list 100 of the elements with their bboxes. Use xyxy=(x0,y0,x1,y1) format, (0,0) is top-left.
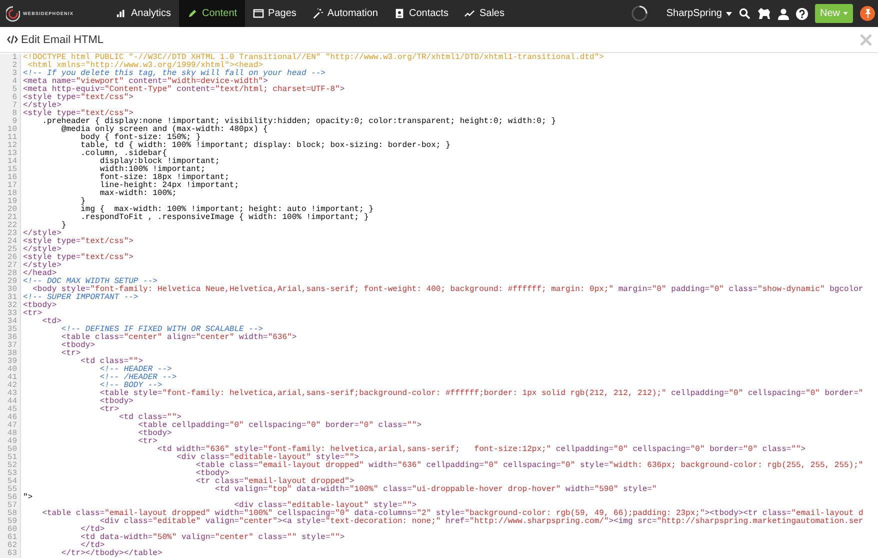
line-number: 58 xyxy=(6,510,18,518)
code-line: table, td { width: 100% !important; display: block; box-sizing: border-box; } xyxy=(80,142,452,150)
code-line: width:100% !important; xyxy=(98,166,206,174)
line-number: 7 xyxy=(11,102,18,110)
nav-tab[interactable]: Automation xyxy=(304,0,386,27)
line-number: 21 xyxy=(6,214,18,222)
code-line: <meta http-equiv="Content-Type" content="text/html; charset=UTF-8"> xyxy=(23,86,346,94)
line-number: 26 xyxy=(6,254,18,262)
line-number: 28 xyxy=(6,270,18,278)
line-number: 34 xyxy=(6,318,18,326)
code-line: <tbody> xyxy=(98,398,134,406)
code-line: <!-- SUPER IMPORTANT --> xyxy=(23,294,140,302)
code-line: <div class="editable" valign="center"><a style="text-decoration: none;" href="http://www.sharpspring.com/"><img src="http://sharpspring.marketingautomation.ser xyxy=(100,518,864,526)
line-number: 52 xyxy=(6,462,18,470)
code-line: <html xmlns="http://www.w3.org/1999/xhtml"><head> xyxy=(28,62,264,70)
line-number: 35 xyxy=(6,326,18,334)
nav-tab[interactable]: Contacts xyxy=(386,0,456,27)
code-line: font-size: 18px !important; xyxy=(98,174,230,182)
line-number: 46 xyxy=(6,414,18,422)
line-number: 42 xyxy=(6,382,18,390)
wand-icon xyxy=(312,8,324,19)
line-number: 5 xyxy=(11,86,18,94)
code-line: <td class=""> xyxy=(118,414,182,422)
nav-tab[interactable]: Pages xyxy=(245,0,304,27)
line-number: 59 xyxy=(6,518,18,526)
line-number: 1 xyxy=(11,54,18,62)
code-line: <td valign="top" data-width="100%" class="ui-droppable-hover drop-hover" width="590" style=" xyxy=(214,486,658,494)
line-number: 61 xyxy=(6,534,18,542)
nav-tab[interactable]: Analytics xyxy=(108,0,180,27)
code-line: </style> xyxy=(23,102,62,110)
line-number: 47 xyxy=(6,422,18,430)
code-line: <tbody> xyxy=(23,302,58,310)
line-number: 40 xyxy=(6,366,18,374)
line-number: 15 xyxy=(6,166,18,174)
code-icon xyxy=(7,35,18,44)
animal-icon[interactable] xyxy=(756,7,771,20)
code-line: <div class="editable-layout" style=""> xyxy=(234,502,418,510)
line-number: 45 xyxy=(6,406,18,414)
line-number: 55 xyxy=(6,486,18,494)
caret-icon xyxy=(843,12,848,15)
code-line: } xyxy=(80,198,86,206)
code-line: } xyxy=(61,222,68,230)
line-number: 24 xyxy=(6,238,18,246)
line-number: 57 xyxy=(6,502,18,510)
line-number: 38 xyxy=(6,350,18,358)
code-line: <body style="font-family: Helvetica Neue,Helvetica,Arial,sans-serif; font-weight: 400; background: #ffffff; margin: 0px;" margin="0" padding="0" class="show-dynamic" bgcolor xyxy=(32,286,864,294)
line-number: 8 xyxy=(11,110,18,118)
line-number: 12 xyxy=(6,142,18,150)
contact-card-icon xyxy=(394,8,405,19)
line-number: 10 xyxy=(6,126,18,134)
line-number: 32 xyxy=(6,302,18,310)
code-line: <table style="font-family: helvetica,arial,sans-serif;background-color: #ffffff;border: 1px solid rgb(212, 212, 212);" cellpadding="0" cellspacing="0" border=" xyxy=(98,390,864,398)
code-line: <tbody> xyxy=(194,470,230,478)
account-menu[interactable]: SharpSpring xyxy=(666,8,732,19)
line-number: 54 xyxy=(6,478,18,486)
code-line: <td> xyxy=(41,318,62,326)
line-number: 20 xyxy=(6,206,18,214)
line-number: 60 xyxy=(6,526,18,534)
code-line: <td width="636" style="font-family: helvetica,arial,sans-serif; font-size:12px;" cellpadding="0" cellspacing="0" border="0" class=""> xyxy=(156,446,807,454)
code-line: <!DOCTYPE html PUBLIC "-//W3C//DTD XHTML 1.0 Transitional//EN" "http://www.w3.org/TR/xhtml1/DTD/xhtml1-transitional.dtd"> xyxy=(23,54,605,62)
spinner-icon xyxy=(631,5,648,22)
line-number: 49 xyxy=(6,438,18,446)
code-line: </tr></tbody></table> xyxy=(60,550,164,558)
caret-icon xyxy=(726,12,732,16)
code-line: <table class="email-layout dropped" width="100%" cellspacing="0" data-columns="2" style="background-color: rgb(59, 49, 66);padding: 23px;"><tbody><tr class="email-layout d xyxy=(41,510,864,518)
code-line: <tr> xyxy=(98,406,120,414)
line-number: 14 xyxy=(6,158,18,166)
line-number: 22 xyxy=(6,222,18,230)
code-line: </style> xyxy=(23,246,62,254)
pin-button[interactable] xyxy=(860,6,875,21)
code-line: img { max-width: 100% !important; height: auto !important; } xyxy=(80,206,374,214)
code-line: <style type="text/css"> xyxy=(23,254,134,262)
line-number: 29 xyxy=(6,278,18,286)
help-icon[interactable] xyxy=(796,8,808,20)
code-line: </style> xyxy=(23,230,62,238)
search-icon[interactable] xyxy=(738,8,750,19)
line-number: 44 xyxy=(6,398,18,406)
line-number: 50 xyxy=(6,446,18,454)
dialog-title: Edit Email HTML xyxy=(21,34,105,46)
line-number: 3 xyxy=(11,70,18,78)
code-line: <tr class="email-layout dropped"> xyxy=(194,478,354,486)
code-line: <!-- /HEADER --> xyxy=(98,374,178,382)
code-line: <!-- If you delete this tag, the sky will fall on your head --> xyxy=(23,70,326,78)
trend-line-icon xyxy=(464,8,476,19)
line-number: 33 xyxy=(6,310,18,318)
user-icon[interactable] xyxy=(778,8,789,20)
line-number: 56 xyxy=(6,494,18,502)
code-line: <!-- DEFINES IF FIXED WITH OR SCALABLE --> xyxy=(60,326,264,334)
line-number: 37 xyxy=(6,342,18,350)
nav-tab[interactable]: Sales xyxy=(456,0,512,27)
code-line: <style type="text/css"> xyxy=(23,110,134,118)
nav-tab[interactable]: Content xyxy=(179,0,246,27)
line-number: 43 xyxy=(6,390,18,398)
code-line: <meta name="viewport" content="width=device-width"> xyxy=(23,78,269,86)
line-number: 16 xyxy=(6,174,18,182)
code-line: @media only screen and (max-width: 480px) { xyxy=(60,126,269,134)
code-line: </td> xyxy=(80,542,105,550)
line-number: 36 xyxy=(6,334,18,342)
line-number: 9 xyxy=(12,118,18,126)
line-number: 53 xyxy=(6,470,18,478)
